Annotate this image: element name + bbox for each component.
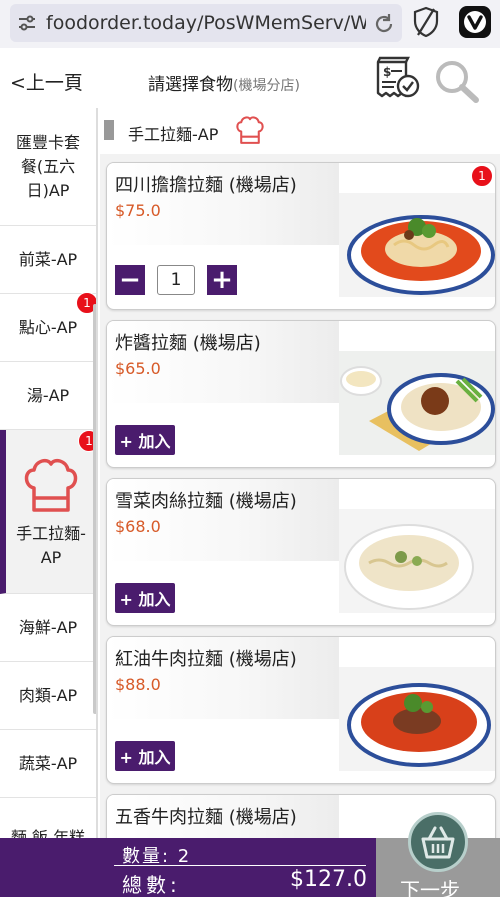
dish-price: $68.0 (115, 517, 161, 536)
app-header: <上一頁 請選擇食物(機場分店) $ (0, 48, 500, 110)
quantity-field[interactable]: 1 (157, 265, 195, 295)
add-button[interactable]: + 加入 (115, 583, 175, 613)
svg-text:$: $ (383, 65, 391, 79)
dish-photo (339, 193, 495, 297)
total-label: 總數: (122, 873, 181, 897)
search-icon[interactable] (432, 58, 480, 104)
sidebar-item-label: 麵.飯.年糕 (10, 828, 86, 838)
chef-hat-icon (24, 458, 78, 512)
dish-name: 雪菜肉絲拉麵 (機場店) (115, 491, 297, 512)
section-marker (104, 120, 114, 140)
page-title: 請選擇食物(機場分店) (148, 70, 300, 95)
dish-name: 五香牛肉拉麵 (機場店) (115, 807, 297, 828)
dish-photo (339, 509, 495, 613)
menu-item-card[interactable]: 炸醬拉麵 (機場店) $65.0 + 加入 (106, 320, 496, 468)
back-label: 上一頁 (25, 72, 83, 94)
receipt-icon[interactable]: $ (372, 56, 420, 104)
decrease-button[interactable]: − (115, 265, 145, 295)
shield-icon[interactable] (412, 6, 440, 38)
chevron-left-icon: < (10, 72, 26, 94)
increase-button[interactable]: + (207, 265, 237, 295)
url-text[interactable]: foodorder.today/PosWMemServ/WM (46, 12, 366, 34)
sidebar-item-label: 前菜-AP (18, 249, 78, 269)
sidebar-item-label: 海鮮-AP (18, 617, 78, 637)
browser-toolbar: foodorder.today/PosWMemServ/WM (0, 0, 500, 48)
menu-item-card[interactable]: 紅油牛肉拉麵 (機場店) $88.0 + 加入 (106, 636, 496, 784)
category-sidebar[interactable]: 匯豐卡套餐(五六日)AP 前菜-AP 點心-AP 1 湯-AP 手工拉麵-AP … (0, 108, 98, 838)
sidebar-item-dim-sum[interactable]: 點心-AP 1 (0, 292, 96, 362)
dish-price: $65.0 (115, 359, 161, 378)
sidebar-item-label: 匯豐卡套餐(五六日)AP (15, 132, 80, 200)
reload-icon[interactable] (372, 12, 396, 36)
address-bar[interactable]: foodorder.today/PosWMemServ/WM (10, 4, 402, 42)
menu-item-card[interactable]: 四川擔擔拉麵 (機場店) $75.0 − 1 + 1 (106, 162, 496, 310)
sidebar-item-starters[interactable]: 前菜-AP (0, 226, 96, 294)
sidebar-item-noodles-rice[interactable]: 麵.飯.年糕 (0, 798, 96, 838)
summary-divider (114, 865, 366, 866)
menu-list[interactable]: 手工拉麵-AP 四川擔擔拉麵 (機場店) $75.0 − 1 + 1 炸醬拉麵 … (100, 108, 500, 838)
next-step-label: 下一步 (400, 878, 460, 902)
site-settings-icon[interactable] (18, 15, 36, 31)
sidebar-item-label: 蔬菜-AP (18, 753, 78, 773)
back-button[interactable]: <上一頁 (10, 68, 83, 95)
sidebar-item-vegetables[interactable]: 蔬菜-AP (0, 730, 96, 798)
section-title: 手工拉麵-AP (128, 125, 219, 144)
add-button[interactable]: + 加入 (115, 741, 175, 771)
dish-price: $88.0 (115, 675, 161, 694)
sidebar-scrollbar[interactable] (93, 304, 96, 714)
sidebar-item-seafood[interactable]: 海鮮-AP (0, 594, 96, 662)
branch-name: (機場分店) (233, 78, 300, 94)
sidebar-item-soup[interactable]: 湯-AP (0, 362, 96, 430)
sidebar-item-label: 湯-AP (26, 385, 70, 405)
dish-price: $75.0 (115, 201, 161, 220)
dish-photo (339, 351, 495, 455)
quantity-stepper[interactable]: − 1 + (115, 265, 239, 297)
sidebar-item-meat[interactable]: 肉類-AP (0, 662, 96, 730)
menu-item-card[interactable]: 雪菜肉絲拉麵 (機場店) $68.0 + 加入 (106, 478, 496, 626)
section-header: 手工拉麵-AP (100, 108, 500, 154)
dish-name: 炸醬拉麵 (機場店) (115, 333, 261, 354)
dish-name: 四川擔擔拉麵 (機場店) (115, 175, 297, 196)
basket-icon[interactable] (408, 812, 468, 872)
add-button[interactable]: + 加入 (115, 425, 175, 455)
vivaldi-icon[interactable] (459, 6, 491, 38)
chef-hat-icon (236, 116, 264, 144)
dish-photo (339, 667, 495, 771)
sidebar-item-label: 肉類-AP (18, 685, 78, 705)
sidebar-item-handmade-noodles[interactable]: 手工拉麵-AP 1 (0, 430, 96, 594)
sidebar-item-hsbc-set[interactable]: 匯豐卡套餐(五六日)AP (0, 108, 96, 226)
dish-name: 紅油牛肉拉麵 (機場店) (115, 649, 297, 670)
sidebar-item-label: 點心-AP (18, 317, 78, 337)
count-badge: 1 (471, 165, 493, 187)
total-amount: $127.0 (290, 867, 367, 892)
sidebar-item-label: 手工拉麵-AP (16, 523, 86, 567)
page-title-text: 請選擇食物 (148, 75, 233, 95)
